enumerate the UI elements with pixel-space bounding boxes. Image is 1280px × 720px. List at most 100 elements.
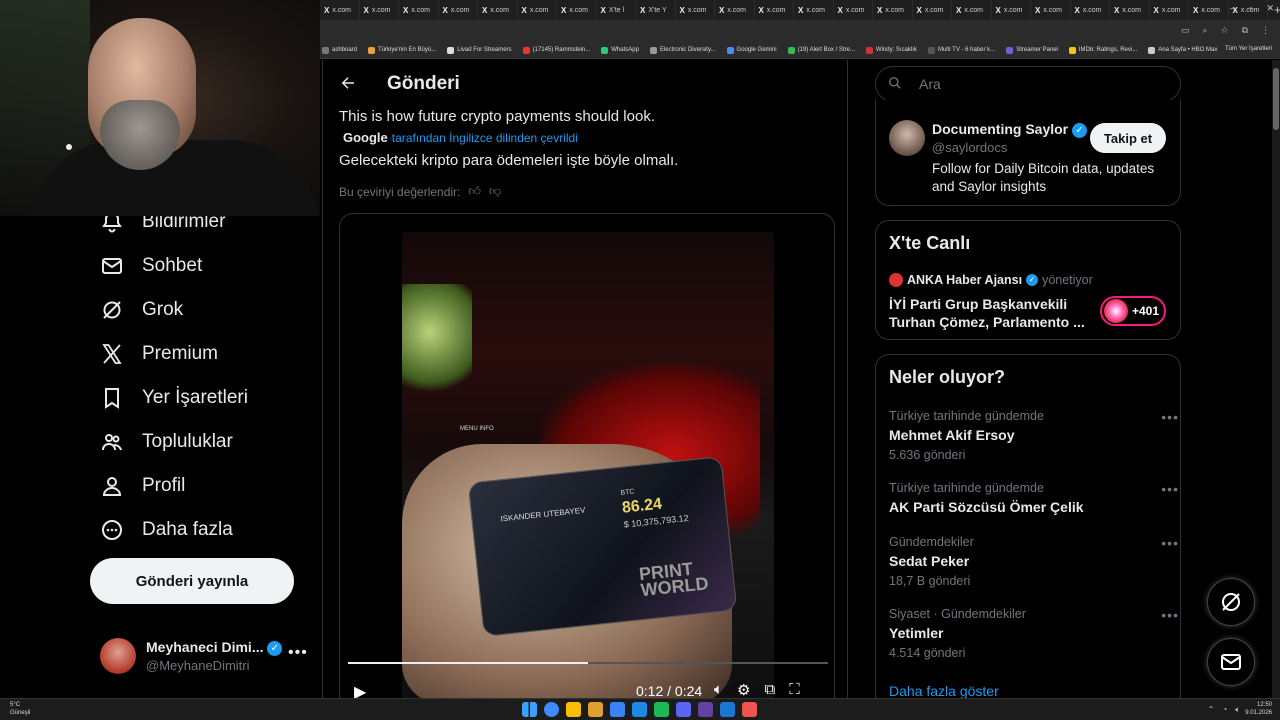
- browser-tab[interactable]: Xx.com: [478, 0, 518, 20]
- star-icon[interactable]: ☆: [1220, 25, 1228, 36]
- browser-tab[interactable]: X X'te l: [597, 0, 636, 20]
- taskbar-app-icon[interactable]: [610, 702, 625, 717]
- browser-tab[interactable]: Xx.com: [1189, 0, 1229, 20]
- browser-tab[interactable]: Xx.com: [1031, 0, 1071, 20]
- taskbar-app-icon[interactable]: [632, 702, 647, 717]
- follow-button[interactable]: Takip et: [1090, 123, 1166, 153]
- bookmark-item[interactable]: IMDb: Ratings, Revi...: [1068, 46, 1137, 54]
- thumbs-down-icon[interactable]: 👎︎: [489, 184, 501, 199]
- more-icon[interactable]: •••: [1161, 607, 1179, 623]
- new-tab-button[interactable]: +: [1274, 3, 1280, 17]
- fullscreen-icon[interactable]: ⛶: [789, 681, 800, 698]
- bookmark-item[interactable]: Livad For Streamers: [447, 46, 512, 54]
- browser-tab[interactable]: Xx.com: [873, 0, 913, 20]
- browser-tab[interactable]: Xx.com: [992, 0, 1031, 20]
- video-player[interactable]: MENU INFO ISKANDER UTEBAYEV BTC 86.24 $ …: [339, 213, 835, 698]
- nav-item-topluluklar[interactable]: Topluluklar: [100, 430, 233, 454]
- taskbar-app-icon[interactable]: [654, 702, 669, 717]
- browser-tab[interactable]: Xx.com: [518, 0, 557, 20]
- browser-tab[interactable]: Xx.com: [952, 0, 992, 20]
- live-stream-title[interactable]: İYİ Parti Grup Başkanvekili Turhan Çömez…: [889, 295, 1089, 331]
- more-icon[interactable]: •••: [1161, 481, 1179, 497]
- nav-item-profil[interactable]: Profil: [100, 474, 185, 498]
- follow-name[interactable]: Documenting Saylor: [932, 121, 1068, 137]
- wifi-icon[interactable]: ◔: [1222, 705, 1227, 715]
- maximize-icon[interactable]: ▫: [1249, 3, 1252, 14]
- bookmark-item[interactable]: (17145) Rammstein...: [522, 46, 590, 54]
- post-button[interactable]: Gönderi yayınla: [90, 558, 294, 604]
- system-tray[interactable]: ⌃ ◔ 🔈︎: [1208, 705, 1240, 715]
- nav-item-grok[interactable]: Grok: [100, 298, 183, 322]
- browser-tab[interactable]: Xx.com: [1071, 0, 1110, 20]
- minimize-icon[interactable]: –: [1230, 3, 1235, 14]
- taskbar-app-icon[interactable]: [742, 702, 757, 717]
- taskbar-app-icon[interactable]: [698, 702, 713, 717]
- chevron-up-icon[interactable]: ⌃: [1208, 705, 1215, 715]
- bookmark-item[interactable]: Electronic Diversity...: [649, 46, 716, 54]
- bookmark-item[interactable]: Streamer Panel: [1006, 46, 1058, 54]
- live-host[interactable]: ANKA Haber Ajansı: [907, 273, 1022, 287]
- settings-gear-icon[interactable]: ⚙: [737, 681, 750, 698]
- more-icon[interactable]: •••: [1161, 409, 1179, 425]
- play-icon[interactable]: ▶: [354, 682, 366, 698]
- browser-tab[interactable]: Xx.com: [755, 0, 794, 20]
- show-more-link[interactable]: Daha fazla göster: [889, 683, 999, 698]
- windows-start-icon[interactable]: [522, 702, 537, 717]
- browser-tab[interactable]: Xx.com: [834, 0, 873, 20]
- all-bookmarks-link[interactable]: Tüm Yer İşaretleri: [1225, 46, 1272, 52]
- avatar[interactable]: [889, 120, 925, 156]
- trend-item[interactable]: Türkiye tarihinde gündemde AK Parti Sözc…: [889, 481, 1178, 515]
- browser-tab[interactable]: Xx.com: [676, 0, 715, 20]
- bookmark-item[interactable]: Ana Sayfa • HBO Max: [1148, 46, 1217, 54]
- window-controls[interactable]: – ▫ ✕: [1230, 3, 1274, 14]
- bookmark-item[interactable]: Windy: Sıcaklık: [865, 46, 917, 54]
- zoom-icon[interactable]: ⌕: [1202, 25, 1207, 36]
- browser-tab[interactable]: Xx.com: [320, 0, 360, 20]
- bookmark-item[interactable]: ashboard: [322, 46, 357, 54]
- messages-fab-button[interactable]: [1207, 638, 1255, 686]
- taskbar-app-icon[interactable]: [676, 702, 691, 717]
- clock[interactable]: 12:50 9.01.2026: [1245, 701, 1272, 717]
- extensions-icon[interactable]: ⧉: [1242, 25, 1248, 36]
- taskbar-app-icon[interactable]: [588, 702, 603, 717]
- browser-tab[interactable]: X X'te Y: [636, 0, 676, 20]
- grok-fab-button[interactable]: [1207, 578, 1255, 626]
- weather-widget[interactable]: 5°C Güneşli: [10, 701, 30, 717]
- menu-icon[interactable]: ⋮: [1261, 25, 1270, 36]
- back-arrow-icon[interactable]: [339, 74, 357, 97]
- search-input[interactable]: Ara: [875, 66, 1181, 102]
- browser-tab[interactable]: Xx.com: [1150, 0, 1189, 20]
- browser-tab[interactable]: Xx.com: [715, 0, 755, 20]
- trend-item[interactable]: Siyaset · Gündemdekiler Yetimler 4.514 g…: [889, 607, 1178, 660]
- translation-link[interactable]: tarafından İngilizce dilinden çevrildi: [392, 131, 578, 145]
- nav-item-premium[interactable]: Premium: [100, 342, 218, 366]
- account-switcher[interactable]: Meyhaneci Dimi... ✓ @MeyhaneDimitri •••: [100, 636, 310, 676]
- speaker-icon[interactable]: 🔈︎: [1235, 705, 1240, 715]
- volume-icon[interactable]: 🔈︎: [714, 681, 723, 698]
- browser-tab[interactable]: Xx.com: [399, 0, 439, 20]
- bookmark-item[interactable]: Multi TV - 6 haber k...: [927, 46, 995, 54]
- more-icon[interactable]: •••: [288, 644, 308, 662]
- picture-in-picture-icon[interactable]: ⧉: [764, 681, 775, 698]
- more-icon[interactable]: •••: [1161, 535, 1179, 551]
- browser-tab[interactable]: Xx.com: [557, 0, 597, 20]
- browser-tab[interactable]: Xx.com: [913, 0, 952, 20]
- browser-tab[interactable]: Xx.com: [439, 0, 478, 20]
- bookmark-item[interactable]: Google Gemini: [726, 46, 777, 54]
- taskbar-app-icon[interactable]: [544, 702, 559, 717]
- page-scrollbar[interactable]: [1272, 60, 1280, 698]
- browser-tab[interactable]: Xx.com: [360, 0, 399, 20]
- trend-item[interactable]: Gündemdekiler Sedat Peker 18,7 B gönderi…: [889, 535, 1178, 588]
- cast-icon[interactable]: ▭: [1181, 25, 1190, 36]
- live-join-badge[interactable]: +401: [1100, 296, 1166, 326]
- browser-tab[interactable]: Xx.com: [794, 0, 834, 20]
- nav-item-yer-i-şaretleri[interactable]: Yer İşaretleri: [100, 386, 248, 410]
- taskbar-app-icon[interactable]: [720, 702, 735, 717]
- video-progress-bar[interactable]: [348, 662, 828, 664]
- bookmark-item[interactable]: Türkiye'nin En Büyü...: [368, 46, 436, 54]
- taskbar-app-icon[interactable]: [566, 702, 581, 717]
- browser-tab[interactable]: Xx.com: [1110, 0, 1150, 20]
- bookmark-item[interactable]: WhatsApp: [601, 46, 639, 54]
- bookmark-item[interactable]: (19) Alert Box / Stre...: [787, 46, 855, 54]
- nav-item-daha-fazla[interactable]: Daha fazla: [100, 518, 233, 542]
